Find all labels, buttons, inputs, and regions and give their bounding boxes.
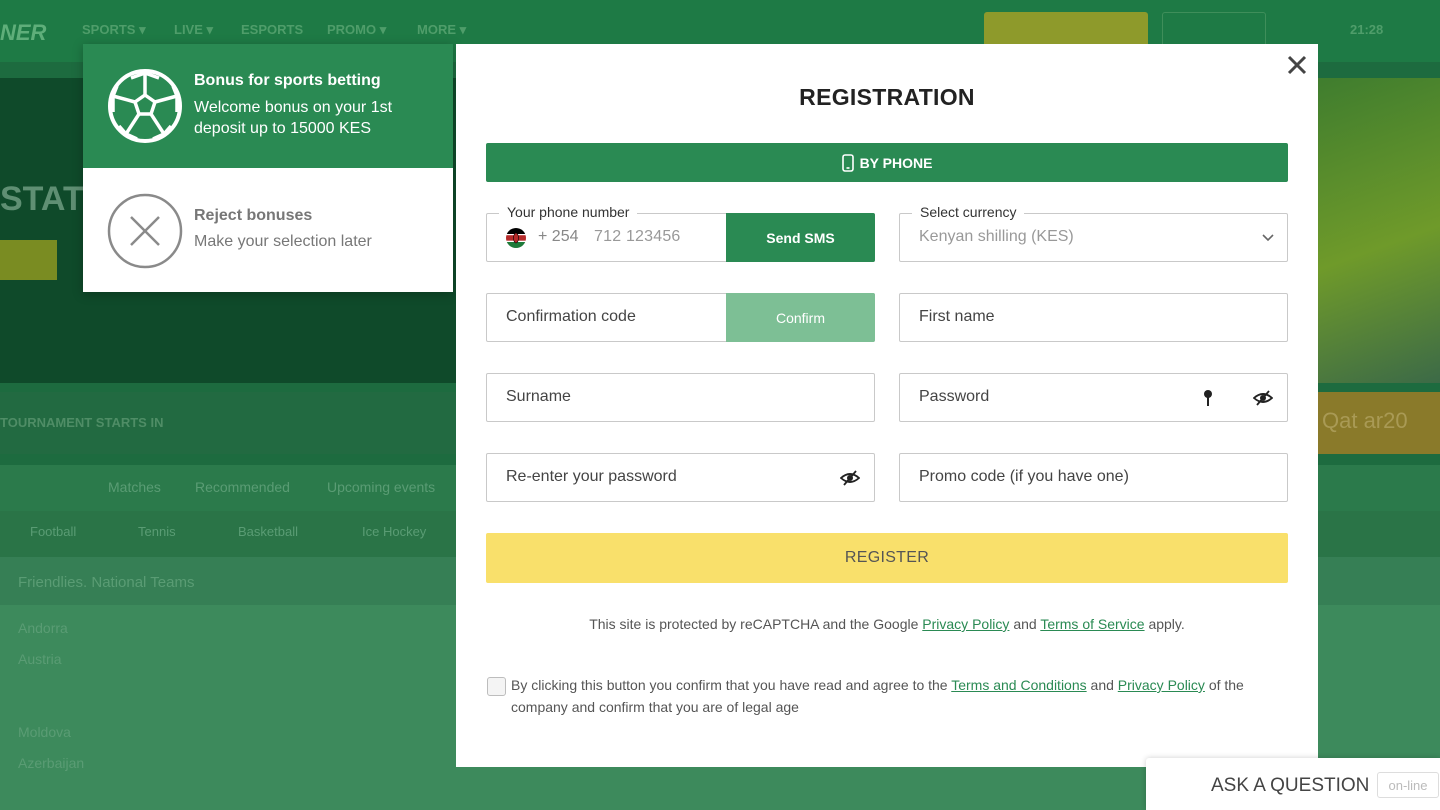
agree-text: By clicking this button you confirm that…	[511, 674, 1291, 718]
mobile-phone-icon	[841, 153, 854, 172]
key-icon[interactable]	[1202, 389, 1214, 407]
close-icon[interactable]	[1285, 53, 1309, 77]
surname-field[interactable]: Surname	[486, 373, 875, 422]
phone-number-input[interactable]: 712 123456	[594, 228, 681, 246]
modal-title: REGISTRATION	[799, 84, 975, 110]
surname-input[interactable]: Surname	[506, 388, 571, 406]
nav-esports: ESPORTS	[241, 22, 304, 37]
password-field[interactable]: Password	[899, 373, 1288, 422]
nav-sports: SPORTS ▾	[82, 22, 146, 37]
privacy-policy-link[interactable]: Privacy Policy	[922, 616, 1009, 632]
register-button[interactable]: REGISTER	[486, 533, 1288, 583]
eye-slash-icon[interactable]	[840, 469, 860, 487]
nav-live: LIVE ▾	[174, 22, 214, 37]
agree-prefix: By clicking this button you confirm that…	[511, 677, 948, 693]
phone-number-field[interactable]: Your phone number + 254 712 123456 Send …	[486, 204, 875, 262]
currency-label: Select currency	[912, 204, 1025, 220]
eye-slash-icon[interactable]	[1253, 389, 1273, 407]
recaptcha-text: This site is protected by reCAPTCHA and …	[589, 616, 919, 632]
reenter-password-field[interactable]: Re-enter your password	[486, 453, 875, 502]
phone-country-code: + 254	[538, 228, 579, 245]
team-name: Azerbaijan	[18, 755, 85, 771]
team-name: Austria	[18, 651, 62, 667]
sport-basketball: Basketball	[238, 524, 298, 539]
send-sms-button[interactable]: Send SMS	[726, 213, 875, 262]
recaptcha-and: and	[1013, 616, 1037, 632]
reject-x-icon	[107, 193, 183, 269]
hero-banner-art	[1318, 78, 1440, 383]
confirm-button[interactable]: Confirm	[726, 293, 875, 342]
league-name: Friendlies. National Teams	[18, 574, 195, 591]
header-time: 21:28	[1350, 22, 1384, 37]
tab-recommended: Recommended	[195, 479, 290, 495]
tab-by-phone[interactable]: BY PHONE	[486, 143, 1288, 182]
bonus-sports-description: Welcome bonus on your 1st deposit up to …	[194, 99, 393, 137]
tab-matches: Matches	[108, 479, 161, 495]
soccer-ball-icon	[108, 69, 182, 143]
team-name: Moldova	[18, 724, 71, 740]
sport-ice-hockey: Ice Hockey	[362, 524, 427, 539]
tournament-strip-text: TOURNAMENT STARTS IN	[0, 415, 164, 430]
hero-button	[0, 240, 57, 280]
registration-modal: REGISTRATION BY PHONE Your phone number …	[456, 44, 1318, 767]
chevron-down-icon	[1262, 234, 1274, 242]
bonus-panel: Bonus for sports betting Welcome bonus o…	[83, 44, 453, 292]
password-input[interactable]: Password	[919, 388, 989, 406]
agree-privacy-policy-link[interactable]: Privacy Policy	[1118, 677, 1205, 693]
confirmation-code-field[interactable]: Confirmation code Confirm	[486, 293, 875, 342]
reject-bonuses-description: Make your selection later	[194, 233, 372, 250]
tab-by-phone-label: BY PHONE	[859, 154, 933, 171]
sport-football: Football	[30, 524, 77, 539]
reject-bonuses-title: Reject bonuses	[194, 207, 313, 224]
ask-question-label: ASK A QUESTION	[1211, 775, 1370, 796]
bonus-sports-title: Bonus for sports betting	[194, 72, 381, 89]
nav-promo: PROMO ▾	[327, 22, 387, 37]
bonus-option-sports[interactable]: Bonus for sports betting Welcome bonus o…	[83, 44, 453, 168]
phone-number-label: Your phone number	[499, 204, 638, 220]
recaptcha-notice: This site is protected by reCAPTCHA and …	[456, 616, 1318, 632]
agree-and: and	[1090, 677, 1114, 693]
promo-code-field[interactable]: Promo code (if you have one)	[899, 453, 1288, 502]
first-name-field[interactable]: First name	[899, 293, 1288, 342]
agree-checkbox[interactable]	[487, 677, 506, 696]
currency-value: Kenyan shilling (KES)	[919, 228, 1074, 245]
kenya-flag-icon	[506, 228, 526, 248]
terms-and-conditions-link[interactable]: Terms and Conditions	[951, 677, 1086, 693]
team-name: Andorra	[18, 620, 68, 636]
first-name-input[interactable]: First name	[919, 308, 995, 326]
reenter-password-input[interactable]: Re-enter your password	[506, 468, 677, 486]
terms-of-service-link[interactable]: Terms of Service	[1040, 616, 1144, 632]
side-promo-text: Qat ar20	[1322, 408, 1408, 433]
promo-code-input[interactable]: Promo code (if you have one)	[919, 468, 1129, 486]
sport-tennis: Tennis	[138, 524, 176, 539]
tab-upcoming: Upcoming events	[327, 479, 436, 495]
site-logo: NER	[0, 20, 47, 45]
currency-select[interactable]: Select currency Kenyan shilling (KES)	[899, 204, 1288, 262]
ask-question-widget[interactable]: ASK A QUESTION on-line	[1146, 758, 1440, 810]
online-status-badge: on-line	[1377, 772, 1439, 798]
confirmation-code-input[interactable]: Confirmation code	[506, 308, 636, 326]
recaptcha-apply: apply.	[1148, 616, 1185, 632]
nav-more: MORE ▾	[417, 22, 467, 37]
